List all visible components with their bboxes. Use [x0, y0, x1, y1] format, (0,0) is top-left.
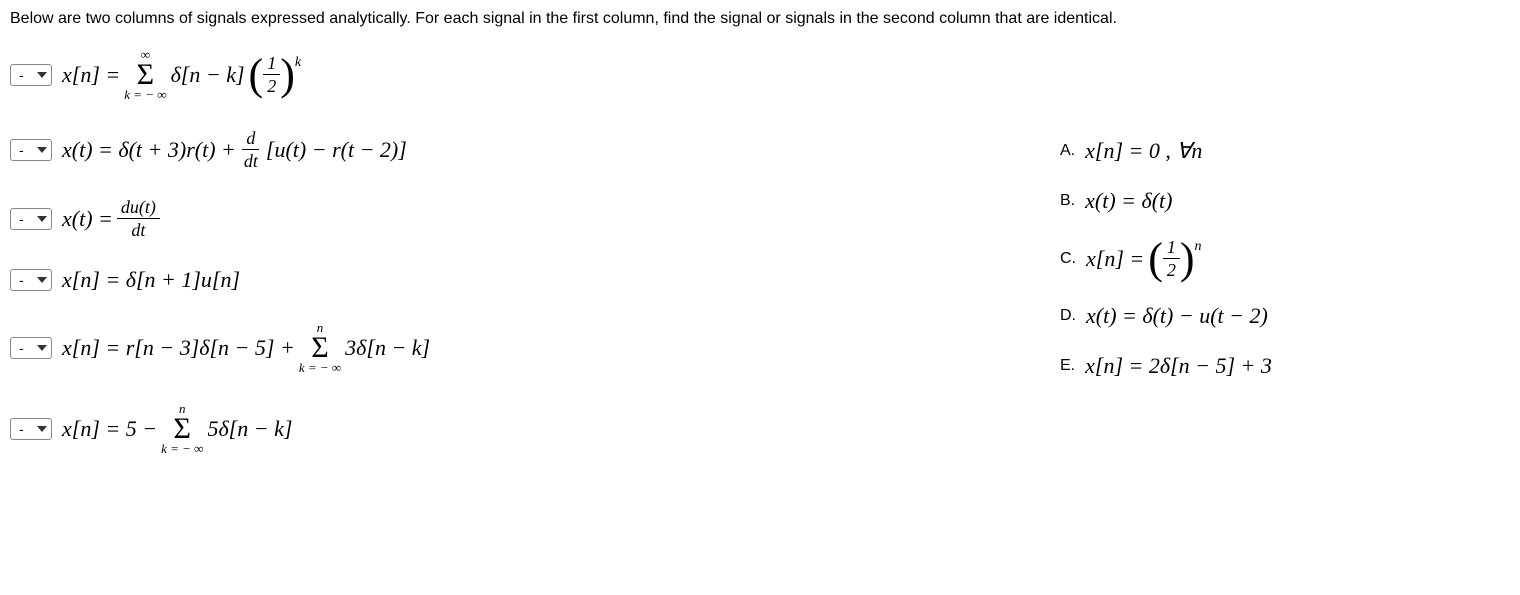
- summation: ∞ Σ k = − ∞: [124, 48, 166, 101]
- formula-text: 5δ[n − k]: [207, 416, 292, 442]
- option-formula: x[n] = ( 1 2 ) n: [1086, 238, 1202, 279]
- chevron-down-icon: [37, 147, 47, 153]
- question-6: - x[n] = 5 − n Σ k = − ∞ 5δ[n − k]: [10, 402, 1060, 455]
- option-label: B.: [1060, 192, 1075, 210]
- option-B: B. x(t) = δ(t): [1060, 188, 1272, 214]
- chevron-down-icon: [37, 277, 47, 283]
- options-column: A. x[n] = 0 , ∀n B. x(t) = δ(t) C. x[n] …: [1060, 48, 1272, 483]
- formula-6: x[n] = 5 − n Σ k = − ∞ 5δ[n − k]: [62, 402, 292, 455]
- option-D: D. x(t) = δ(t) − u(t − 2): [1060, 303, 1272, 329]
- fraction: d dt: [240, 129, 262, 170]
- formula-text: x(t) =: [62, 206, 113, 232]
- formula-5: x[n] = r[n − 3]δ[n − 5] + n Σ k = − ∞ 3δ…: [62, 321, 430, 374]
- question-2: - x(t) = δ(t + 3)r(t) + d dt [u(t) − r(t…: [10, 129, 1060, 170]
- option-label: A.: [1060, 142, 1075, 160]
- chevron-down-icon: [37, 72, 47, 78]
- answer-select-1[interactable]: -: [10, 64, 52, 86]
- option-E: E. x[n] = 2δ[n − 5] + 3: [1060, 353, 1272, 379]
- dropdown-value: -: [19, 272, 33, 288]
- answer-select-5[interactable]: -: [10, 337, 52, 359]
- formula-text: x[n] = δ[n + 1]u[n]: [62, 267, 240, 293]
- answer-select-4[interactable]: -: [10, 269, 52, 291]
- option-formula: x(t) = δ(t): [1085, 188, 1172, 214]
- option-formula: x[n] = 2δ[n − 5] + 3: [1085, 353, 1272, 379]
- questions-column: - x[n] = ∞ Σ k = − ∞ δ[n − k] ( 1 2: [10, 48, 1060, 483]
- option-C: C. x[n] = ( 1 2 ) n: [1060, 238, 1272, 279]
- option-label: D.: [1060, 307, 1076, 325]
- chevron-down-icon: [37, 426, 47, 432]
- formula-text: x[n] =: [62, 62, 120, 88]
- option-label: E.: [1060, 357, 1075, 375]
- option-formula: x(t) = δ(t) − u(t − 2): [1086, 303, 1268, 329]
- option-label: C.: [1060, 250, 1076, 268]
- answer-select-6[interactable]: -: [10, 418, 52, 440]
- dropdown-value: -: [19, 421, 33, 437]
- question-3: - x(t) = du(t) dt: [10, 198, 1060, 239]
- summation: n Σ k = − ∞: [161, 402, 203, 455]
- formula-2: x(t) = δ(t + 3)r(t) + d dt [u(t) − r(t −…: [62, 129, 407, 170]
- formula-text: x[n] = 5 −: [62, 416, 157, 442]
- summation: n Σ k = − ∞: [299, 321, 341, 374]
- formula-text: [u(t) − r(t − 2)]: [266, 137, 407, 163]
- content-wrapper: - x[n] = ∞ Σ k = − ∞ δ[n − k] ( 1 2: [10, 48, 1510, 483]
- question-5: - x[n] = r[n − 3]δ[n − 5] + n Σ k = − ∞ …: [10, 321, 1060, 374]
- dropdown-value: -: [19, 67, 33, 83]
- chevron-down-icon: [37, 216, 47, 222]
- option-A: A. x[n] = 0 , ∀n: [1060, 138, 1272, 164]
- option-formula: x[n] = 0 , ∀n: [1085, 138, 1202, 164]
- formula-4: x[n] = δ[n + 1]u[n]: [62, 267, 240, 293]
- dropdown-value: -: [19, 211, 33, 227]
- fraction-paren: ( 1 2 ) n: [1148, 238, 1201, 279]
- answer-select-2[interactable]: -: [10, 139, 52, 161]
- question-4: - x[n] = δ[n + 1]u[n]: [10, 267, 1060, 293]
- dropdown-value: -: [19, 142, 33, 158]
- formula-text: x[n] =: [1086, 246, 1144, 272]
- fraction-paren: ( 1 2 ) k: [249, 54, 302, 95]
- chevron-down-icon: [37, 345, 47, 351]
- formula-text: 3δ[n − k]: [345, 335, 430, 361]
- dropdown-value: -: [19, 340, 33, 356]
- formula-text: x(t) = δ(t + 3)r(t) +: [62, 137, 236, 163]
- question-1: - x[n] = ∞ Σ k = − ∞ δ[n − k] ( 1 2: [10, 48, 1060, 101]
- formula-text: δ[n − k]: [171, 62, 245, 88]
- answer-select-3[interactable]: -: [10, 208, 52, 230]
- formula-1: x[n] = ∞ Σ k = − ∞ δ[n − k] ( 1 2 ) k: [62, 48, 301, 101]
- formula-text: x[n] = r[n − 3]δ[n − 5] +: [62, 335, 295, 361]
- question-prompt: Below are two columns of signals express…: [10, 10, 1510, 28]
- fraction: du(t) dt: [117, 198, 160, 239]
- formula-3: x(t) = du(t) dt: [62, 198, 160, 239]
